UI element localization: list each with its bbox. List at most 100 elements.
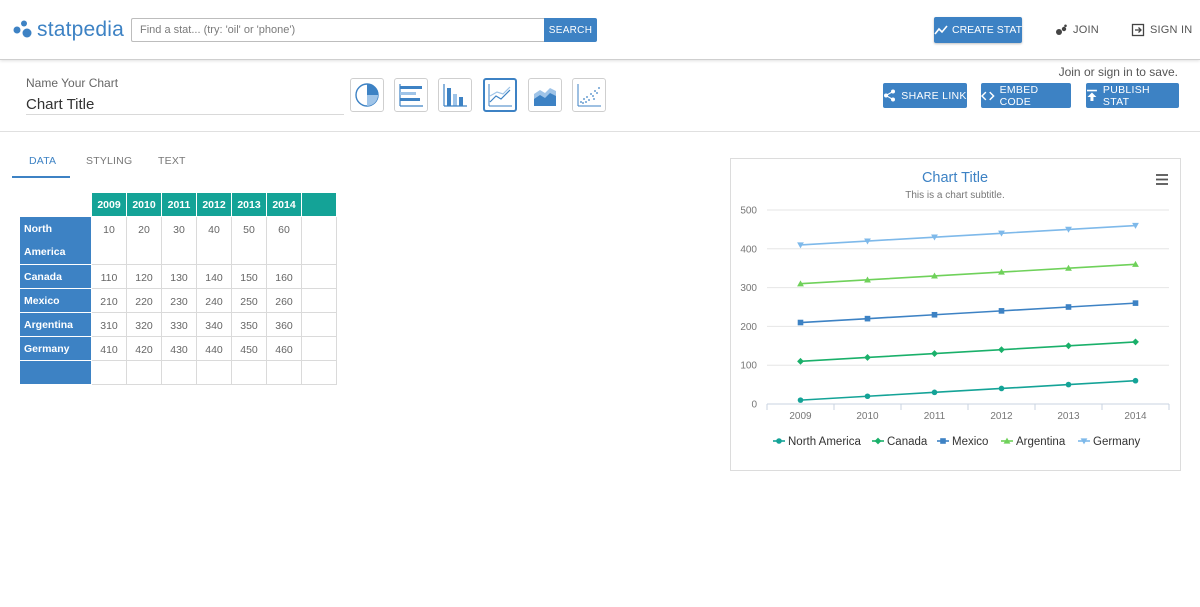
data-point[interactable] <box>931 350 938 357</box>
data-point[interactable] <box>1132 377 1139 384</box>
table-cell[interactable]: 360 <box>266 312 302 337</box>
data-point[interactable] <box>998 385 1005 392</box>
table-cell-empty[interactable] <box>126 360 162 385</box>
legend-marker[interactable] <box>776 438 782 444</box>
data-point[interactable] <box>797 357 804 365</box>
legend-item[interactable]: North America <box>773 436 861 448</box>
share-link-button[interactable]: SHARE LINK <box>883 83 967 108</box>
data-point[interactable] <box>931 389 938 396</box>
data-point[interactable] <box>797 397 804 403</box>
table-cell[interactable]: 50 <box>231 216 267 265</box>
table-cell-empty[interactable] <box>301 216 337 265</box>
table-cell[interactable]: 440 <box>196 336 232 361</box>
tab-data[interactable]: DATA <box>29 155 56 167</box>
data-point[interactable] <box>864 315 871 322</box>
table-cell-empty[interactable] <box>301 264 337 289</box>
create-stat-button[interactable]: CREATE STAT <box>934 17 1022 43</box>
row-header[interactable]: Argentina <box>19 312 92 337</box>
row-header[interactable]: North America <box>19 216 92 265</box>
data-point[interactable] <box>864 393 871 400</box>
logo[interactable]: statpedia <box>13 15 124 45</box>
pie-chart-type-button[interactable] <box>350 78 384 112</box>
scatter-chart-type-button[interactable] <box>572 78 606 112</box>
table-cell[interactable]: 30 <box>161 216 197 265</box>
legend-item[interactable]: Argentina <box>1001 436 1066 448</box>
table-cell[interactable]: 110 <box>91 264 127 289</box>
table-cell[interactable]: 230 <box>161 288 197 313</box>
row-header-empty[interactable] <box>19 360 92 385</box>
data-point[interactable] <box>1065 381 1072 388</box>
row-header[interactable]: Germany <box>19 336 92 361</box>
table-cell-empty[interactable] <box>266 360 302 385</box>
row-header[interactable]: Mexico <box>19 288 92 313</box>
sign-in-link[interactable]: SIGN IN <box>1131 22 1192 38</box>
column-header[interactable]: 2011 <box>161 192 197 217</box>
table-cell[interactable]: 10 <box>91 216 127 265</box>
table-cell[interactable]: 40 <box>196 216 232 265</box>
column-header[interactable]: 2013 <box>231 192 267 217</box>
table-cell[interactable]: 410 <box>91 336 127 361</box>
line-chart-type-button[interactable] <box>483 78 517 112</box>
legend-item[interactable]: Canada <box>872 436 928 448</box>
table-cell-empty[interactable] <box>91 360 127 385</box>
table-cell-empty[interactable] <box>231 360 267 385</box>
table-cell-empty[interactable] <box>301 360 337 385</box>
table-cell[interactable]: 250 <box>231 288 267 313</box>
table-cell[interactable]: 330 <box>161 312 197 337</box>
legend-item[interactable]: Mexico <box>937 436 988 448</box>
hamburger-menu-icon[interactable] <box>1155 173 1168 186</box>
data-point[interactable] <box>998 346 1005 354</box>
search-input[interactable] <box>131 18 545 42</box>
search-button[interactable]: SEARCH <box>544 18 597 42</box>
table-cell[interactable]: 20 <box>126 216 162 265</box>
data-point[interactable] <box>1065 342 1072 350</box>
table-cell[interactable]: 120 <box>126 264 162 289</box>
join-link[interactable]: JOIN <box>1055 22 1099 38</box>
publish-stat-button[interactable]: PUBLISH STAT <box>1086 83 1179 108</box>
column-header[interactable]: 2009 <box>91 192 127 217</box>
table-cell[interactable]: 150 <box>231 264 267 289</box>
table-cell[interactable]: 260 <box>266 288 302 313</box>
data-point[interactable] <box>1132 338 1139 346</box>
embed-code-button[interactable]: EMBED CODE <box>981 83 1071 108</box>
table-cell[interactable]: 320 <box>126 312 162 337</box>
data-point[interactable] <box>998 308 1005 314</box>
table-cell[interactable]: 160 <box>266 264 302 289</box>
table-cell[interactable]: 210 <box>91 288 127 313</box>
table-cell[interactable]: 240 <box>196 288 232 313</box>
table-cell-empty[interactable] <box>301 312 337 337</box>
column-header[interactable]: 2010 <box>126 192 162 217</box>
table-cell[interactable]: 460 <box>266 336 302 361</box>
tab-text[interactable]: TEXT <box>158 155 186 167</box>
data-point[interactable] <box>931 311 938 318</box>
join-note[interactable]: Join or sign in to save. <box>1059 65 1178 79</box>
area-chart-type-button[interactable] <box>528 78 562 112</box>
table-cell[interactable]: 420 <box>126 336 162 361</box>
bar-chart-type-button[interactable] <box>394 78 428 112</box>
data-point[interactable] <box>864 354 871 361</box>
table-cell-empty[interactable] <box>301 336 337 361</box>
data-point[interactable] <box>797 319 804 326</box>
table-cell-empty[interactable] <box>301 288 337 313</box>
table-cell[interactable]: 140 <box>196 264 232 289</box>
data-point[interactable] <box>1132 300 1139 306</box>
chart-title-input[interactable] <box>26 94 344 115</box>
table-cell[interactable]: 60 <box>266 216 302 265</box>
row-header[interactable]: Canada <box>19 264 92 289</box>
table-cell-empty[interactable] <box>161 360 197 385</box>
column-header-empty[interactable] <box>301 192 337 217</box>
column-chart-type-button[interactable] <box>438 78 472 112</box>
legend-item[interactable]: Germany <box>1078 436 1141 448</box>
table-cell[interactable]: 310 <box>91 312 127 337</box>
legend-marker[interactable] <box>874 437 882 445</box>
column-header[interactable]: 2012 <box>196 192 232 217</box>
table-cell[interactable]: 450 <box>231 336 267 361</box>
table-cell[interactable]: 220 <box>126 288 162 313</box>
table-cell-empty[interactable] <box>196 360 232 385</box>
column-header[interactable]: 2014 <box>266 192 302 217</box>
table-cell[interactable]: 340 <box>196 312 232 337</box>
legend-marker[interactable] <box>940 438 946 444</box>
tab-styling[interactable]: STYLING <box>86 155 132 167</box>
table-cell[interactable]: 350 <box>231 312 267 337</box>
table-cell[interactable]: 130 <box>161 264 197 289</box>
